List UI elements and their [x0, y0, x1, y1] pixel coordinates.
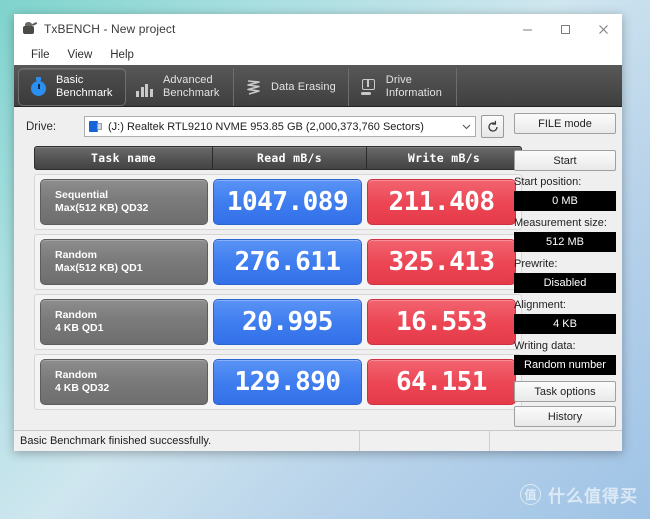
- task-name-cell: Random Max(512 KB) QD1: [40, 239, 208, 285]
- column-header-task-name: Task name: [35, 147, 213, 169]
- prewrite-value[interactable]: Disabled: [514, 273, 616, 293]
- minimize-icon[interactable]: [508, 14, 546, 44]
- prewrite-label: Prewrite:: [514, 258, 558, 270]
- task-line-1: Random: [55, 369, 97, 381]
- task-line-1: Random: [55, 309, 97, 321]
- start-position-label: Start position:: [514, 176, 582, 188]
- results-header-row: Task name Read mB/s Write mB/s: [34, 146, 522, 170]
- watermark-logo-icon: 值: [520, 484, 541, 505]
- application-window: TxBENCH - New project File View Help Bas…: [14, 14, 622, 451]
- write-speed-value: 325.413: [367, 239, 516, 285]
- table-row: Random Max(512 KB) QD1 276.611 325.413: [34, 234, 522, 290]
- task-name-cell: Sequential Max(512 KB) QD32: [40, 179, 208, 225]
- menu-bar: File View Help: [14, 44, 622, 65]
- tab-basic-benchmark[interactable]: Basic Benchmark: [18, 68, 126, 106]
- status-segment-2: [360, 431, 490, 451]
- tab-drive-information[interactable]: Drive Information: [349, 68, 457, 106]
- maximize-icon[interactable]: [546, 14, 584, 44]
- alignment-label: Alignment:: [514, 299, 566, 311]
- drive-select[interactable]: (J:) Realtek RTL9210 NVME 953.85 GB (2,0…: [84, 116, 476, 137]
- drive-info-icon: [359, 77, 379, 97]
- table-row: Random 4 KB QD1 20.995 16.553: [34, 294, 522, 350]
- benchmark-results: Task name Read mB/s Write mB/s Sequentia…: [34, 146, 522, 410]
- tab-advanced-benchmark[interactable]: Advanced Benchmark: [126, 68, 234, 106]
- write-speed-value: 211.408: [367, 179, 516, 225]
- watermark: 值 什么值得买: [520, 482, 638, 507]
- table-row: Random 4 KB QD32 129.890 64.151: [34, 354, 522, 410]
- menu-item-file[interactable]: File: [22, 47, 59, 63]
- read-speed-value: 1047.089: [213, 179, 362, 225]
- menu-item-help[interactable]: Help: [101, 47, 143, 63]
- tab-label: Advanced Benchmark: [163, 74, 220, 99]
- read-speed-value: 276.611: [213, 239, 362, 285]
- refresh-icon[interactable]: [481, 115, 504, 138]
- column-header-write: Write mB/s: [407, 151, 481, 165]
- window-title: TxBENCH - New project: [44, 22, 176, 36]
- writing-data-label: Writing data:: [514, 340, 576, 352]
- drive-selected-value: (J:) Realtek RTL9210 NVME 953.85 GB (2,0…: [108, 120, 424, 133]
- title-bar: TxBENCH - New project: [14, 14, 622, 44]
- alignment-value[interactable]: 4 KB: [514, 314, 616, 334]
- tab-data-erasing[interactable]: Data Erasing: [234, 68, 349, 106]
- menu-item-view[interactable]: View: [59, 47, 102, 63]
- chevron-down-icon[interactable]: [458, 117, 475, 136]
- client-area: Drive: (J:) Realtek RTL9210 NVME 953.85 …: [14, 107, 622, 451]
- table-row: Sequential Max(512 KB) QD32 1047.089 211…: [34, 174, 522, 230]
- status-segment-3: [490, 431, 622, 451]
- close-icon[interactable]: [584, 14, 622, 44]
- column-header-read: Read mB/s: [213, 147, 367, 169]
- history-button[interactable]: History: [514, 406, 616, 427]
- file-mode-button[interactable]: FILE mode: [514, 113, 616, 134]
- write-speed-value: 16.553: [367, 299, 516, 345]
- task-line-2: 4 KB QD32: [55, 382, 110, 394]
- tab-strip: Basic Benchmark Advanced Benchmark Data …: [14, 65, 622, 107]
- window-controls: [508, 14, 622, 44]
- write-speed-value: 64.151: [367, 359, 516, 405]
- stopwatch-icon: [29, 77, 49, 97]
- status-bar: Basic Benchmark finished successfully.: [14, 430, 622, 451]
- read-speed-value: 20.995: [213, 299, 362, 345]
- start-button[interactable]: Start: [514, 150, 616, 171]
- writing-data-value[interactable]: Random number: [514, 355, 616, 375]
- drive-icon: [89, 121, 103, 132]
- task-name-cell: Random 4 KB QD32: [40, 359, 208, 405]
- task-options-button[interactable]: Task options: [514, 381, 616, 402]
- drive-label: Drive:: [26, 120, 57, 133]
- tab-label: Data Erasing: [271, 80, 336, 93]
- measurement-size-value[interactable]: 512 MB: [514, 232, 616, 252]
- options-sidebar: FILE mode Start Start position: 0 MB Mea…: [514, 113, 616, 431]
- shred-icon: [244, 77, 264, 97]
- task-line-1: Random: [55, 249, 97, 261]
- status-message: Basic Benchmark finished successfully.: [14, 431, 360, 451]
- task-line-2: 4 KB QD1: [55, 322, 104, 334]
- task-line-2: Max(512 KB) QD1: [55, 262, 143, 274]
- measurement-size-label: Measurement size:: [514, 217, 607, 229]
- tab-label: Basic Benchmark: [56, 74, 113, 99]
- read-speed-value: 129.890: [213, 359, 362, 405]
- task-line-1: Sequential: [55, 189, 109, 201]
- task-name-cell: Random 4 KB QD1: [40, 299, 208, 345]
- txbench-icon: [22, 21, 38, 37]
- tab-label: Drive Information: [385, 74, 442, 99]
- bar-chart-icon: [136, 77, 156, 97]
- watermark-text: 什么值得买: [548, 487, 638, 507]
- start-position-value[interactable]: 0 MB: [514, 191, 616, 211]
- task-line-2: Max(512 KB) QD32: [55, 202, 149, 214]
